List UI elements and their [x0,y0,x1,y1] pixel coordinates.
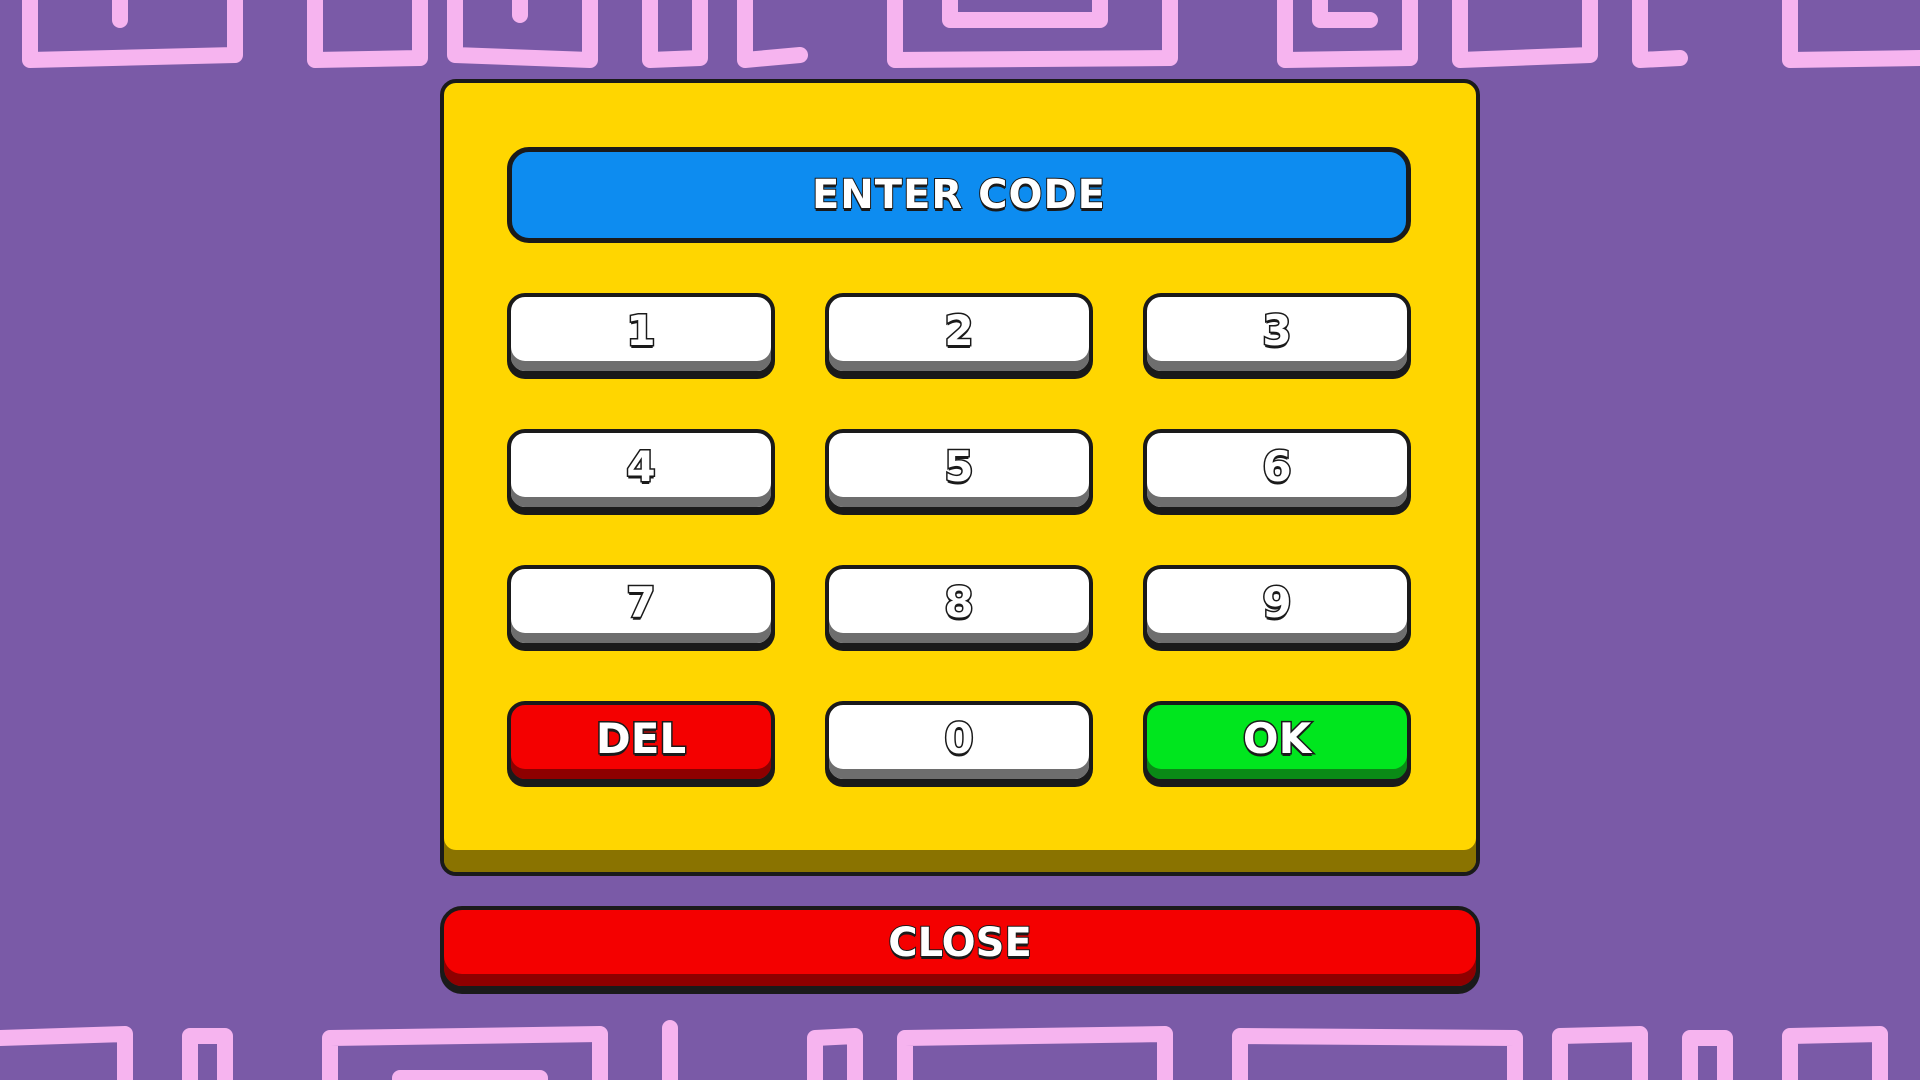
key-label: 6 [1261,440,1293,492]
key-5-button[interactable]: 5 [825,429,1093,511]
key-2-button[interactable]: 2 [825,293,1093,375]
ok-button[interactable]: OK [1143,701,1411,783]
key-3-button[interactable]: 3 [1143,293,1411,375]
key-4-button[interactable]: 4 [507,429,775,511]
key-9-button[interactable]: 9 [1143,565,1411,647]
key-label: 7 [625,576,657,628]
delete-label: DEL [594,712,687,764]
key-8-button[interactable]: 8 [825,565,1093,647]
keypad: 1 2 3 4 5 6 7 8 9 DEL 0 OK [507,293,1411,783]
key-label: 8 [943,576,975,628]
key-7-button[interactable]: 7 [507,565,775,647]
background-doodle-top [22,0,1920,68]
key-label: 3 [1261,304,1293,356]
key-label: 9 [1261,576,1293,628]
dialog-title-bar: ENTER CODE [507,147,1411,243]
key-1-button[interactable]: 1 [507,293,775,375]
key-label: 4 [625,440,657,492]
close-label: CLOSE [887,919,1033,967]
dialog-title: ENTER CODE [811,171,1107,219]
key-6-button[interactable]: 6 [1143,429,1411,511]
delete-button[interactable]: DEL [507,701,775,783]
background-doodle-bottom [0,1020,1888,1080]
ok-label: OK [1241,712,1312,764]
game-scene: ENTER CODE 1 2 3 4 5 6 7 8 9 DEL 0 OK CL… [0,0,1920,1080]
key-0-button[interactable]: 0 [825,701,1093,783]
key-label: 0 [943,712,975,764]
key-label: 5 [943,440,975,492]
key-label: 1 [625,304,657,356]
enter-code-dialog: ENTER CODE 1 2 3 4 5 6 7 8 9 DEL 0 OK [440,79,1480,876]
key-label: 2 [943,304,975,356]
close-button[interactable]: CLOSE [440,906,1480,990]
